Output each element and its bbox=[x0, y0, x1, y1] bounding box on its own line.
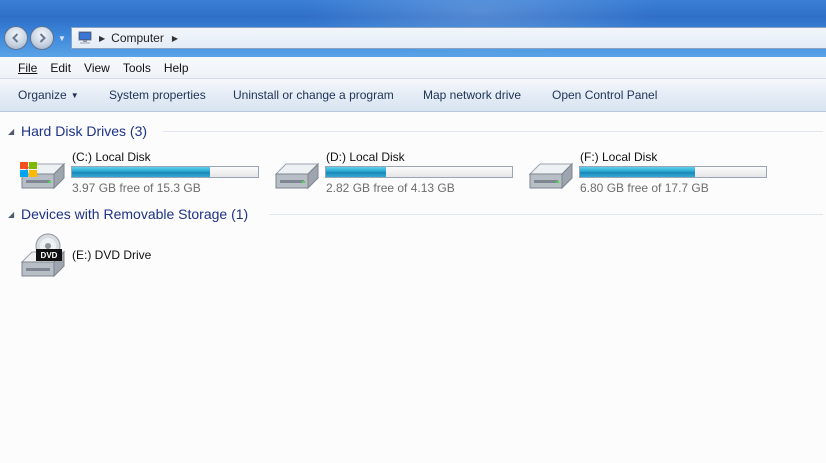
menu-bar: File Edit View Tools Help bbox=[0, 57, 826, 79]
recent-pages-button[interactable]: ▼ bbox=[57, 31, 67, 45]
drive-usage-bar bbox=[71, 166, 259, 178]
group-divider bbox=[163, 131, 823, 132]
drive-free-space: 3.97 GB free of 15.3 GB bbox=[72, 181, 201, 195]
chevron-right-icon: ▶ bbox=[99, 33, 106, 43]
map-network-drive-button[interactable]: Map network drive bbox=[423, 88, 521, 102]
drive-name: (D:) Local Disk bbox=[326, 150, 405, 164]
chevron-down-icon: ▼ bbox=[70, 91, 79, 100]
command-bar: Organize ▼ System properties Uninstall or… bbox=[0, 79, 826, 112]
address-location[interactable]: Computer bbox=[111, 31, 164, 45]
organize-button[interactable]: Organize ▼ bbox=[18, 88, 79, 102]
drive-item-c[interactable]: (C:) Local Disk 3.97 GB free of 15.3 GB bbox=[18, 148, 268, 195]
open-control-panel-button[interactable]: Open Control Panel bbox=[552, 88, 657, 102]
drive-item-d[interactable]: (D:) Local Disk 2.82 GB free of 4.13 GB bbox=[272, 148, 522, 195]
computer-icon bbox=[77, 31, 93, 45]
menu-help[interactable]: Help bbox=[158, 61, 195, 75]
menu-edit-label: Edit bbox=[50, 60, 72, 75]
drive-usage-fill bbox=[326, 167, 386, 177]
group-divider bbox=[269, 214, 823, 215]
group-title: Devices with Removable Storage (1) bbox=[21, 206, 249, 222]
menu-view[interactable]: View bbox=[78, 61, 116, 75]
system-properties-button[interactable]: System properties bbox=[109, 88, 206, 102]
drive-usage-fill bbox=[72, 167, 210, 177]
menu-edit[interactable]: Edit bbox=[44, 61, 77, 75]
windows-disk-icon bbox=[18, 148, 68, 192]
collapse-triangle-icon[interactable]: ◢ bbox=[8, 210, 21, 219]
drive-name: (E:) DVD Drive bbox=[72, 248, 152, 262]
chevron-right-icon[interactable]: ▶ bbox=[172, 34, 178, 43]
back-button[interactable] bbox=[4, 26, 28, 50]
group-title: Hard Disk Drives (3) bbox=[21, 123, 148, 139]
drive-free-space: 6.80 GB free of 17.7 GB bbox=[580, 181, 709, 195]
drive-item-e[interactable]: DVD (E:) DVD Drive bbox=[18, 232, 268, 278]
organize-label: Organize bbox=[18, 88, 67, 102]
menu-file[interactable]: File bbox=[12, 61, 43, 75]
drive-name: (F:) Local Disk bbox=[580, 150, 658, 164]
drive-usage-bar bbox=[579, 166, 767, 178]
back-arrow-icon bbox=[12, 33, 19, 43]
menu-file-label: File bbox=[18, 60, 38, 75]
forward-arrow-icon bbox=[39, 33, 46, 43]
menu-tools-label: Tools bbox=[122, 60, 151, 75]
hard-disk-icon bbox=[526, 148, 576, 192]
menu-tools[interactable]: Tools bbox=[117, 61, 157, 75]
uninstall-program-button[interactable]: Uninstall or change a program bbox=[233, 88, 394, 102]
group-header-hard-disks[interactable]: ◢ Hard Disk Drives (3) bbox=[8, 122, 147, 140]
drive-item-f[interactable]: (F:) Local Disk 6.80 GB free of 17.7 GB bbox=[526, 148, 776, 195]
drive-usage-bar bbox=[325, 166, 513, 178]
forward-button[interactable] bbox=[30, 26, 54, 50]
drive-usage-fill bbox=[580, 167, 696, 177]
chevron-down-icon: ▼ bbox=[58, 33, 66, 43]
drive-free-space: 2.82 GB free of 4.13 GB bbox=[326, 181, 455, 195]
dvd-drive-icon: DVD bbox=[18, 232, 68, 278]
dvd-badge: DVD bbox=[41, 251, 58, 260]
menu-view-label: View bbox=[84, 60, 110, 75]
address-bar[interactable]: ▶ Computer ▶ bbox=[71, 27, 826, 49]
hard-disk-icon bbox=[272, 148, 322, 192]
drive-name: (C:) Local Disk bbox=[72, 150, 151, 164]
group-header-removable-storage[interactable]: ◢ Devices with Removable Storage (1) bbox=[8, 205, 248, 223]
menu-help-label: Help bbox=[163, 60, 189, 75]
collapse-triangle-icon[interactable]: ◢ bbox=[8, 127, 21, 136]
